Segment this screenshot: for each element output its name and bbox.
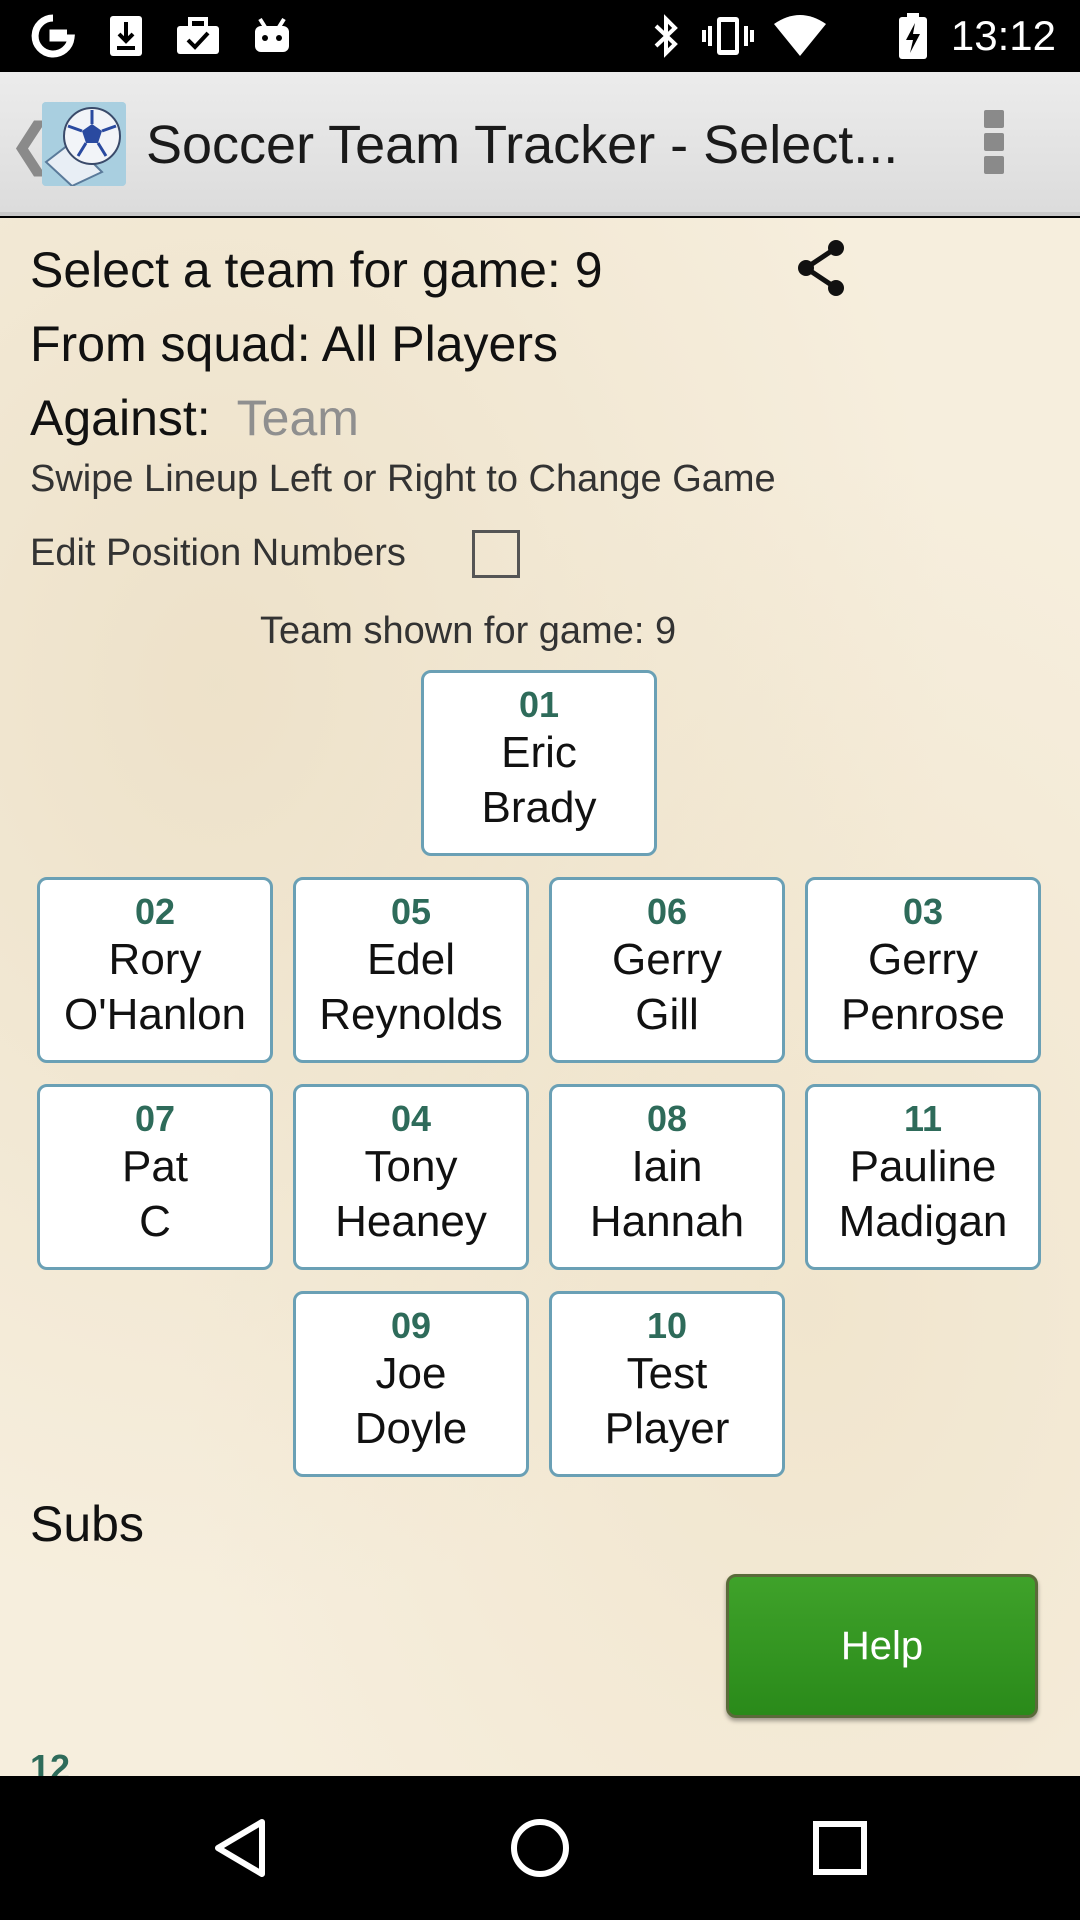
app-title: Soccer Team Tracker - Select... [146, 115, 899, 175]
player-last-name: Doyle [354, 1404, 468, 1453]
player-last-name: Reynolds [319, 990, 503, 1039]
player-card[interactable]: 09 Joe Doyle [293, 1291, 529, 1477]
player-card[interactable]: 05 Edel Reynolds [293, 877, 529, 1063]
player-first-name: Pauline [849, 1142, 997, 1191]
app-logo-soccer-ball-icon[interactable] [42, 102, 126, 186]
clock: 13:12 [950, 12, 1056, 59]
player-number: 01 [518, 684, 560, 725]
player-last-name: Hannah [589, 1197, 745, 1246]
player-last-name: Brady [481, 783, 597, 832]
player-number: 09 [390, 1305, 432, 1346]
team-select-content[interactable]: Select a team for game: 9 From squad: Al… [0, 218, 1080, 1776]
wifi-icon [772, 12, 828, 60]
android-icon [250, 12, 294, 60]
player-number: 05 [390, 891, 432, 932]
player-card[interactable]: 03 Gerry Penrose [805, 877, 1041, 1063]
player-last-name: Madigan [838, 1197, 1008, 1246]
edit-position-numbers-checkbox[interactable] [472, 530, 520, 578]
team-shown-text: Team shown for game: 9 [260, 610, 677, 652]
player-first-name: Eric [501, 728, 577, 777]
player-number: 02 [134, 891, 176, 932]
share-icon[interactable] [792, 238, 852, 298]
player-number: 03 [902, 891, 944, 932]
overflow-menu-icon[interactable] [984, 110, 1008, 178]
player-first-name: Rory [108, 935, 202, 984]
player-card[interactable]: 04 Tony Heaney [293, 1084, 529, 1270]
player-first-name: Tony [364, 1142, 458, 1191]
google-icon [28, 12, 78, 60]
back-triangle-icon[interactable] [204, 1812, 276, 1884]
status-bar: 13:12 [0, 0, 1080, 72]
player-card[interactable]: 10 Test Player [549, 1291, 785, 1477]
player-card[interactable]: 08 Iain Hannah [549, 1084, 785, 1270]
briefcase-check-icon [174, 12, 222, 60]
player-first-name: Gerry [612, 935, 722, 984]
player-number: 07 [134, 1098, 176, 1139]
player-first-name: Edel [366, 935, 456, 984]
player-card[interactable]: 11 Pauline Madigan [805, 1084, 1041, 1270]
player-number: 04 [390, 1098, 432, 1139]
player-card[interactable]: 07 Pat C [37, 1084, 273, 1270]
subs-heading: Subs [30, 1496, 144, 1552]
player-last-name: Penrose [841, 990, 1005, 1039]
home-circle-icon[interactable] [504, 1812, 576, 1884]
player-number: 08 [646, 1098, 688, 1139]
player-first-name: Gerry [868, 935, 978, 984]
player-last-name: O'Hanlon [63, 990, 247, 1039]
player-card[interactable]: 06 Gerry Gill [549, 877, 785, 1063]
swipe-hint: Swipe Lineup Left or Right to Change Gam… [30, 458, 776, 500]
battery-charging-icon [896, 12, 930, 60]
player-card[interactable]: 01 Eric Brady [421, 670, 657, 856]
player-first-name: Pat [121, 1142, 189, 1191]
against-row: Against: Team [30, 388, 359, 448]
player-card[interactable]: 02 Rory O'Hanlon [37, 877, 273, 1063]
sub-player-number-partial: 12 [30, 1747, 71, 1777]
player-last-name: C [139, 1197, 171, 1246]
recents-square-icon[interactable] [804, 1812, 876, 1884]
player-last-name: Player [604, 1404, 730, 1453]
help-button[interactable]: Help [726, 1574, 1038, 1718]
select-team-text: Select a team for game: 9 [30, 242, 603, 298]
player-number: 11 [903, 1098, 943, 1139]
navigation-bar [0, 1776, 1080, 1920]
action-bar: ❮ Soccer Team Tracker - Select... [0, 72, 1080, 216]
player-last-name: Heaney [335, 1197, 487, 1246]
bluetooth-icon [646, 12, 686, 60]
player-number: 06 [646, 891, 688, 932]
player-last-name: Gill [635, 990, 699, 1039]
edit-position-numbers-label: Edit Position Numbers [30, 532, 406, 574]
download-icon [104, 12, 148, 60]
player-first-name: Joe [375, 1349, 447, 1398]
vibrate-icon [700, 12, 756, 60]
squad-text: From squad: All Players [30, 316, 558, 372]
player-first-name: Iain [631, 1142, 703, 1191]
against-label: Against: [30, 390, 211, 446]
player-number: 10 [646, 1305, 688, 1346]
player-first-name: Test [626, 1349, 708, 1398]
against-team-field[interactable]: Team [237, 390, 359, 446]
